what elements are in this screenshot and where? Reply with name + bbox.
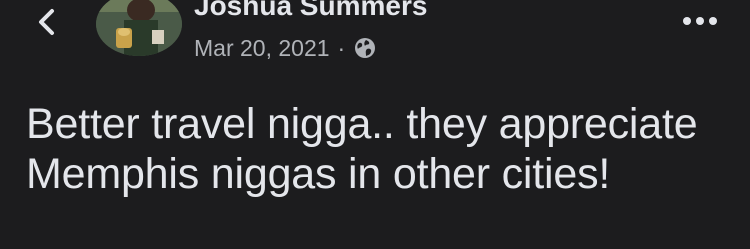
post-body-text: Better travel nigga.. they appreciate Me… [26,100,698,198]
globe-icon[interactable] [353,36,377,60]
post-date[interactable]: Mar 20, 2021 [194,35,330,62]
post-meta: Mar 20, 2021 · [194,33,377,63]
more-options-button[interactable] [680,6,720,36]
post-screen: Joshua Summers Mar 20, 2021 · Better tra… [0,0,750,249]
more-horizontal-icon [683,17,717,25]
author-avatar[interactable] [96,0,182,56]
chevron-left-icon [39,9,54,35]
avatar-photo [96,0,182,56]
back-button[interactable] [28,4,64,40]
meta-separator: · [337,34,346,61]
author-name[interactable]: Joshua Summers [194,0,427,24]
